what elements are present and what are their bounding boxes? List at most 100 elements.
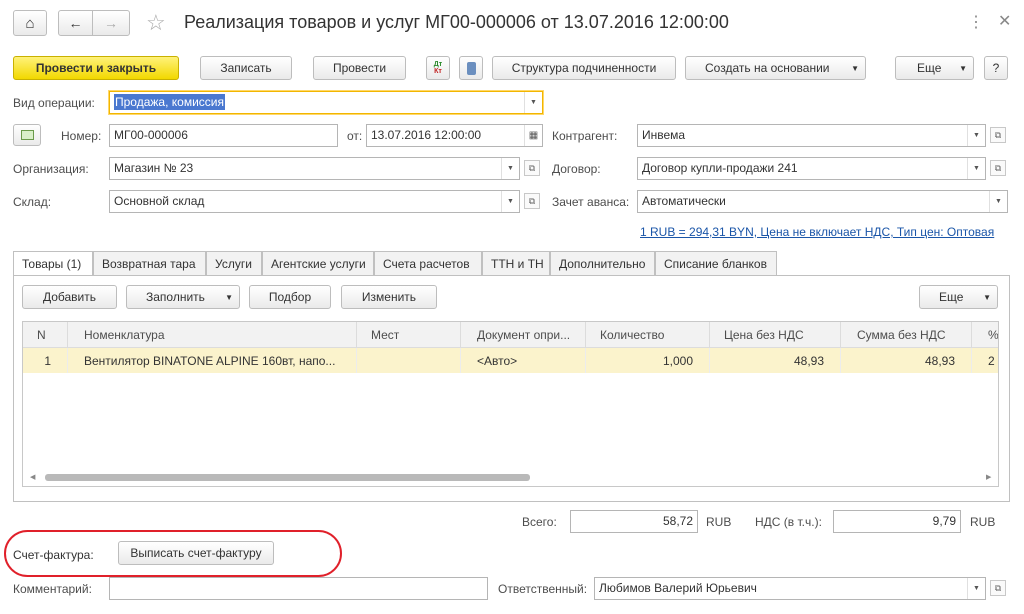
tab-services[interactable]: Услуги [206, 251, 262, 275]
total-currency: RUB [706, 515, 732, 529]
vat-label: НДС (в т.ч.): [755, 515, 822, 529]
contract-field[interactable]: Договор купли-продажи 241 ▼ [637, 157, 986, 180]
price-settings-link[interactable]: 1 RUB = 294,31 BYN, Цена не включает НДС… [640, 225, 994, 239]
counterparty-field[interactable]: Инвема ▼ [637, 124, 986, 147]
dropdown-arrow-icon: ▼ [225, 293, 233, 302]
date-field[interactable]: 13.07.2016 12:00:00 ▦ [366, 124, 543, 147]
cell-places [357, 348, 461, 373]
advance-label: Зачет аванса: [552, 195, 630, 209]
dropdown-arrow-icon[interactable]: ▼ [501, 158, 519, 179]
dropdown-arrow-icon[interactable]: ▼ [967, 578, 985, 599]
number-field[interactable]: МГ00-000006 [109, 124, 338, 147]
close-icon[interactable]: ✕ [998, 11, 1011, 31]
dropdown-arrow-icon[interactable]: ▼ [967, 125, 985, 146]
cell-qty: 1,000 [586, 348, 710, 373]
open-warehouse-icon[interactable]: ⧉ [524, 193, 540, 209]
col-n[interactable]: N [23, 322, 68, 347]
date-label: от: [347, 129, 363, 143]
forward-button[interactable]: → [92, 10, 130, 36]
save-button[interactable]: Записать [200, 56, 292, 80]
warehouse-field[interactable]: Основной склад ▼ [109, 190, 520, 213]
select-button[interactable]: Подбор [249, 285, 331, 309]
image-icon [20, 130, 34, 140]
post-button[interactable]: Провести [313, 56, 406, 80]
tab-goods[interactable]: Товары (1) [13, 251, 93, 276]
cell-pct: 2 [988, 353, 995, 368]
open-counterparty-icon[interactable]: ⧉ [990, 127, 1006, 143]
vat-currency: RUB [970, 515, 996, 529]
cell-doc: <Авто> [461, 348, 586, 373]
dropdown-arrow-icon: ▼ [851, 64, 859, 73]
post-and-close-button[interactable]: Провести и закрыть [13, 56, 179, 80]
back-arrow-icon: ← [68, 15, 83, 31]
tab-agent-services[interactable]: Агентские услуги [262, 251, 374, 275]
warehouse-label: Склад: [13, 195, 52, 209]
tab-settlement-accounts[interactable]: Счета расчетов [374, 251, 482, 275]
col-price[interactable]: Цена без НДС [710, 322, 841, 347]
col-qty[interactable]: Количество [586, 322, 710, 347]
scroll-right-icon[interactable]: ▶ [986, 473, 991, 481]
dropdown-arrow-icon[interactable]: ▼ [967, 158, 985, 179]
window-title: Реализация товаров и услуг МГ00-000006 о… [184, 12, 729, 32]
dropdown-arrow-icon: ▼ [983, 293, 991, 302]
home-icon: ⌂ [25, 14, 35, 32]
open-responsible-icon[interactable]: ⧉ [990, 580, 1006, 596]
col-pct[interactable]: % [972, 322, 998, 347]
advance-select[interactable]: Автоматически ▼ [637, 190, 1008, 213]
more-dots-icon[interactable]: ⋮ [968, 12, 984, 32]
tab-returnable-containers[interactable]: Возвратная тара [93, 251, 206, 275]
tab-ttn[interactable]: ТТН и ТН [482, 251, 550, 275]
dropdown-arrow-icon[interactable]: ▼ [524, 92, 542, 113]
dropdown-arrow-icon[interactable]: ▼ [989, 191, 1007, 212]
cell-sum: 48,93 [841, 348, 972, 373]
operation-select[interactable]: Продажа, комиссия ▼ [109, 91, 543, 114]
dropdown-arrow-icon[interactable]: ▼ [501, 191, 519, 212]
dropdown-arrow-icon: ▼ [959, 64, 967, 73]
forward-arrow-icon: → [104, 15, 118, 31]
tab-additional[interactable]: Дополнительно [550, 251, 655, 275]
cell-n: 1 [23, 348, 68, 373]
home-button[interactable]: ⌂ [13, 10, 47, 36]
fill-button[interactable]: Заполнить ▼ [126, 285, 240, 309]
structure-button[interactable]: Структура подчиненности [492, 56, 676, 80]
cell-price: 48,93 [710, 348, 841, 373]
dt-kt-icon: Дт Кт [433, 61, 443, 75]
col-doc[interactable]: Документ опри... [461, 322, 586, 347]
col-item[interactable]: Номенклатура [68, 322, 357, 347]
favorite-star-icon[interactable]: ☆ [146, 10, 166, 36]
attachment-button[interactable] [13, 124, 41, 146]
contract-label: Договор: [552, 162, 601, 176]
horizontal-scrollbar[interactable] [45, 474, 530, 481]
tab-form-writeoff[interactable]: Списание бланков [655, 251, 777, 275]
help-button[interactable]: ? [984, 56, 1008, 80]
cell-item: Вентилятор BINATONE ALPINE 160вт, напо..… [68, 348, 357, 373]
scroll-left-icon[interactable]: ◀ [30, 473, 35, 481]
open-contract-icon[interactable]: ⧉ [990, 160, 1006, 176]
total-field: 58,72 [570, 510, 698, 533]
total-label: Всего: [522, 515, 557, 529]
report-button[interactable] [459, 56, 483, 80]
org-field[interactable]: Магазин № 23 ▼ [109, 157, 520, 180]
table-more-button[interactable]: Еще ▼ [919, 285, 998, 309]
more-button[interactable]: Еще ▼ [895, 56, 974, 80]
add-button[interactable]: Добавить [22, 285, 117, 309]
col-sum[interactable]: Сумма без НДС [841, 322, 972, 347]
responsible-field[interactable]: Любимов Валерий Юрьевич ▼ [594, 577, 986, 600]
change-button[interactable]: Изменить [341, 285, 437, 309]
comment-field[interactable] [109, 577, 488, 600]
counterparty-label: Контрагент: [552, 129, 618, 143]
vat-field: 9,79 [833, 510, 961, 533]
back-button[interactable]: ← [58, 10, 93, 36]
create-based-button[interactable]: Создать на основании ▼ [685, 56, 866, 80]
database-icon [466, 61, 476, 75]
dt-kt-button[interactable]: Дт Кт [426, 56, 450, 80]
operation-label: Вид операции: [13, 96, 95, 110]
open-org-icon[interactable]: ⧉ [524, 160, 540, 176]
highlight-circle [4, 530, 342, 577]
comment-label: Комментарий: [13, 582, 92, 596]
responsible-label: Ответственный: [498, 582, 588, 596]
col-places[interactable]: Мест [357, 322, 461, 347]
calendar-icon[interactable]: ▦ [524, 125, 542, 146]
org-label: Организация: [13, 162, 89, 176]
number-label: Номер: [61, 129, 102, 143]
